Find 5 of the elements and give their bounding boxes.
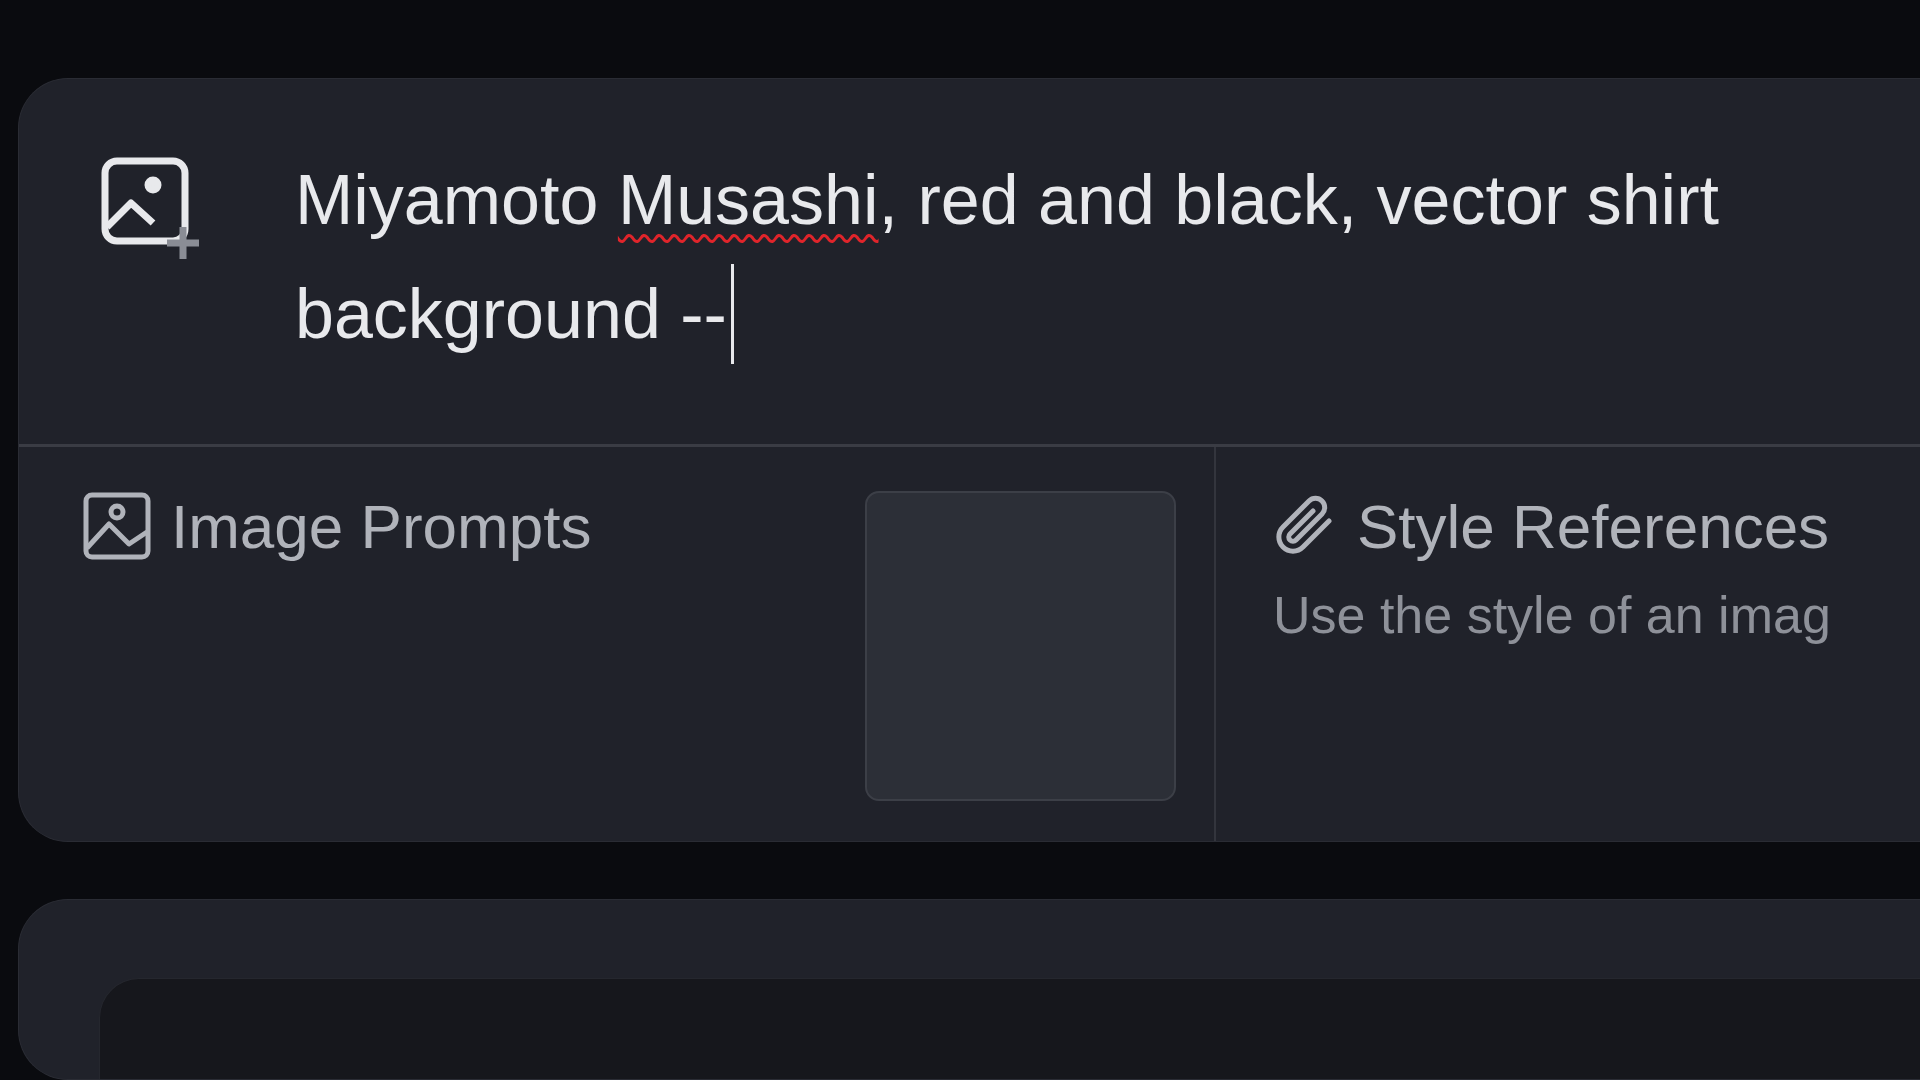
prompt-input[interactable]: Miyamoto Musashi, red and black, vector shirt background --: [295, 143, 1719, 444]
image-prompts-label: Image Prompts: [171, 490, 592, 562]
image-icon: [83, 492, 151, 560]
style-references-label: Style References: [1357, 490, 1830, 562]
style-references-description: Use the style of an imag: [1273, 585, 1831, 645]
